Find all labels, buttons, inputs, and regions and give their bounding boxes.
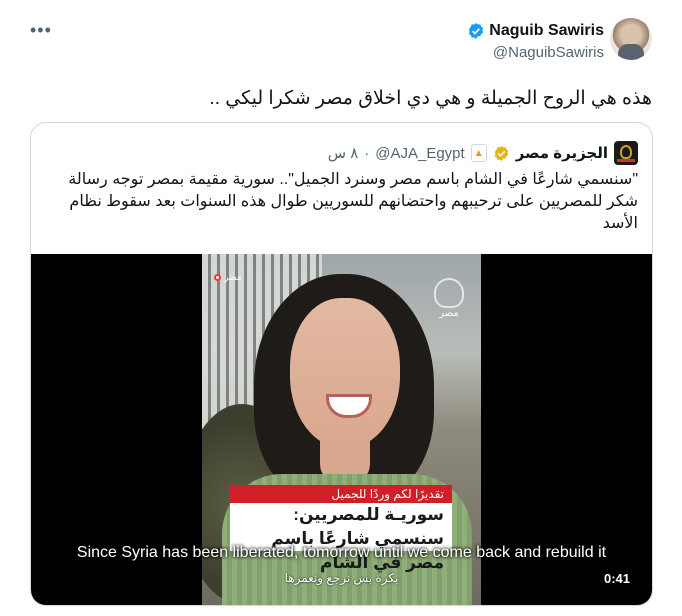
- aljazeera-logo-icon: [434, 278, 464, 308]
- video-subtitle-english: Since Syria has been liberated, tomorrow…: [76, 544, 607, 561]
- logo-label: مصر: [439, 308, 459, 319]
- quoted-tweet-text: "سنسمي شارعًا في الشام باسم مصر وسنرد ال…: [68, 171, 638, 232]
- video-subtitle-arabic: بكرة بس نرجع ونعمرها: [284, 571, 399, 585]
- tweet-author: Naguib Sawiris @NaguibSawiris: [467, 22, 604, 61]
- header-separator: ·: [364, 144, 370, 162]
- more-options-icon[interactable]: •••: [30, 20, 52, 41]
- tweet-text: هذه هي الروح الجميلة و هي دي اخلاق مصر ش…: [209, 88, 652, 109]
- video-player[interactable]: مصر مصر تقديرًا لكم وردًا للجميل سوريـة …: [31, 254, 652, 605]
- quoted-tweet-card[interactable]: الجزيرة مصر ▲ @AJA_Egypt · ٨ س "سنسمي شا…: [30, 122, 653, 606]
- affiliation-badge-icon: ▲: [470, 144, 487, 162]
- quoted-author-name[interactable]: الجزيرة مصر: [516, 144, 608, 162]
- live-label: مصر: [224, 272, 242, 282]
- avatar[interactable]: [610, 18, 652, 60]
- gold-verified-badge-icon: [494, 145, 508, 161]
- author-handle[interactable]: @NaguibSawiris: [467, 44, 604, 61]
- quoted-avatar[interactable]: [614, 141, 638, 165]
- live-indicator: مصر: [214, 272, 242, 283]
- record-dot-icon: [214, 274, 221, 281]
- quoted-author-handle[interactable]: @AJA_Egypt: [375, 145, 464, 162]
- video-duration: 0:41: [603, 571, 630, 586]
- quoted-timestamp[interactable]: ٨ س: [328, 144, 359, 162]
- caption-banner-red: تقديرًا لكم وردًا للجميل: [230, 485, 452, 503]
- aljazeera-logo: مصر: [431, 278, 467, 319]
- quoted-tweet-header: الجزيرة مصر ▲ @AJA_Egypt · ٨ س: [45, 141, 638, 165]
- verified-badge-icon: [469, 23, 484, 39]
- author-name[interactable]: Naguib Sawiris: [489, 22, 604, 40]
